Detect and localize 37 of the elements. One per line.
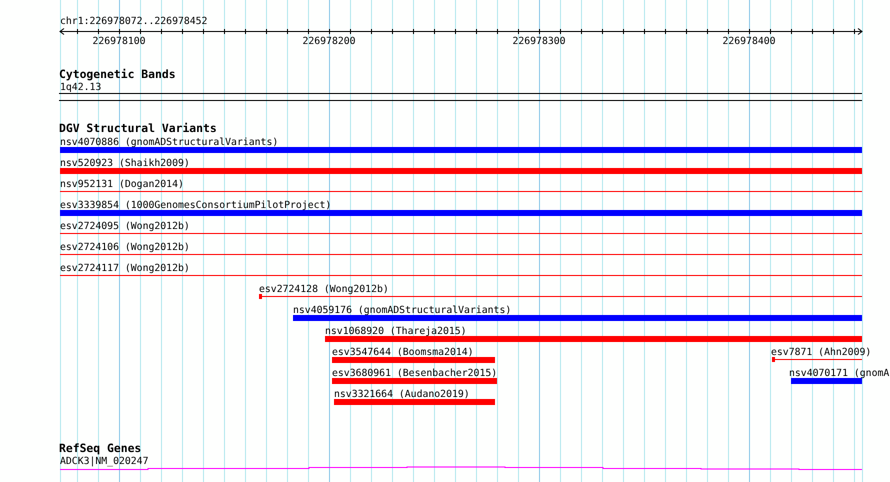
variant-label: nsv952131 (Dogan2014) xyxy=(60,179,184,190)
variant-label: esv3547644 (Boomsma2014) xyxy=(332,347,474,358)
variant-bar[interactable] xyxy=(325,336,862,342)
tick-label: 226978400 xyxy=(722,36,776,47)
tick-label: 226978200 xyxy=(302,36,356,47)
ruler-title: chr1:226978072..226978452 xyxy=(60,16,208,27)
track-title: RefSeq Genes xyxy=(59,441,142,455)
variant-bar[interactable] xyxy=(332,378,497,384)
variant-label: nsv4070886 (gnomADStructuralVariants) xyxy=(60,137,278,148)
variant-label: esv3339854 (1000GenomesConsortiumPilotProject) xyxy=(60,200,332,211)
variant-bar[interactable] xyxy=(334,399,495,405)
variant-line[interactable] xyxy=(772,357,862,362)
variant-bar[interactable] xyxy=(332,357,495,363)
track-title: Cytogenetic Bands xyxy=(59,67,176,81)
variant-label: esv2724117 (Wong2012b) xyxy=(60,263,190,274)
variant-label: esv7871 (Ahn2009) xyxy=(771,347,872,358)
variant-label: nsv1068920 (Thareja2015) xyxy=(325,326,467,337)
variant-label: nsv4070171 (gnomA xyxy=(789,368,890,379)
variant-label: esv2724106 (Wong2012b) xyxy=(60,242,190,253)
variant-bar[interactable] xyxy=(293,315,862,321)
variant-bar[interactable] xyxy=(60,168,862,174)
tick-label: 226978100 xyxy=(92,36,146,47)
variant-bar[interactable] xyxy=(60,210,862,216)
tick-label: 226978300 xyxy=(512,36,566,47)
variant-label: esv2724095 (Wong2012b) xyxy=(60,221,190,232)
gene-model-line[interactable] xyxy=(60,466,862,470)
variant-label: nsv520923 (Shaikh2009) xyxy=(60,158,190,169)
variant-label: nsv4059176 (gnomADStructuralVariants) xyxy=(293,305,512,316)
track-title: DGV Structural Variants xyxy=(59,121,217,135)
variant-bar[interactable] xyxy=(791,378,862,384)
gene-label: ADCK3|NM_020247 xyxy=(60,456,148,467)
variant-label: esv2724128 (Wong2012b) xyxy=(259,284,389,295)
variant-line[interactable] xyxy=(259,294,862,299)
variant-label: esv3680961 (Besenbacher2015) xyxy=(332,368,498,379)
variant-label: nsv3321664 (Audano2019) xyxy=(334,389,470,400)
variant-bar[interactable] xyxy=(60,147,862,153)
band-label: 1q42.13 xyxy=(60,82,102,93)
